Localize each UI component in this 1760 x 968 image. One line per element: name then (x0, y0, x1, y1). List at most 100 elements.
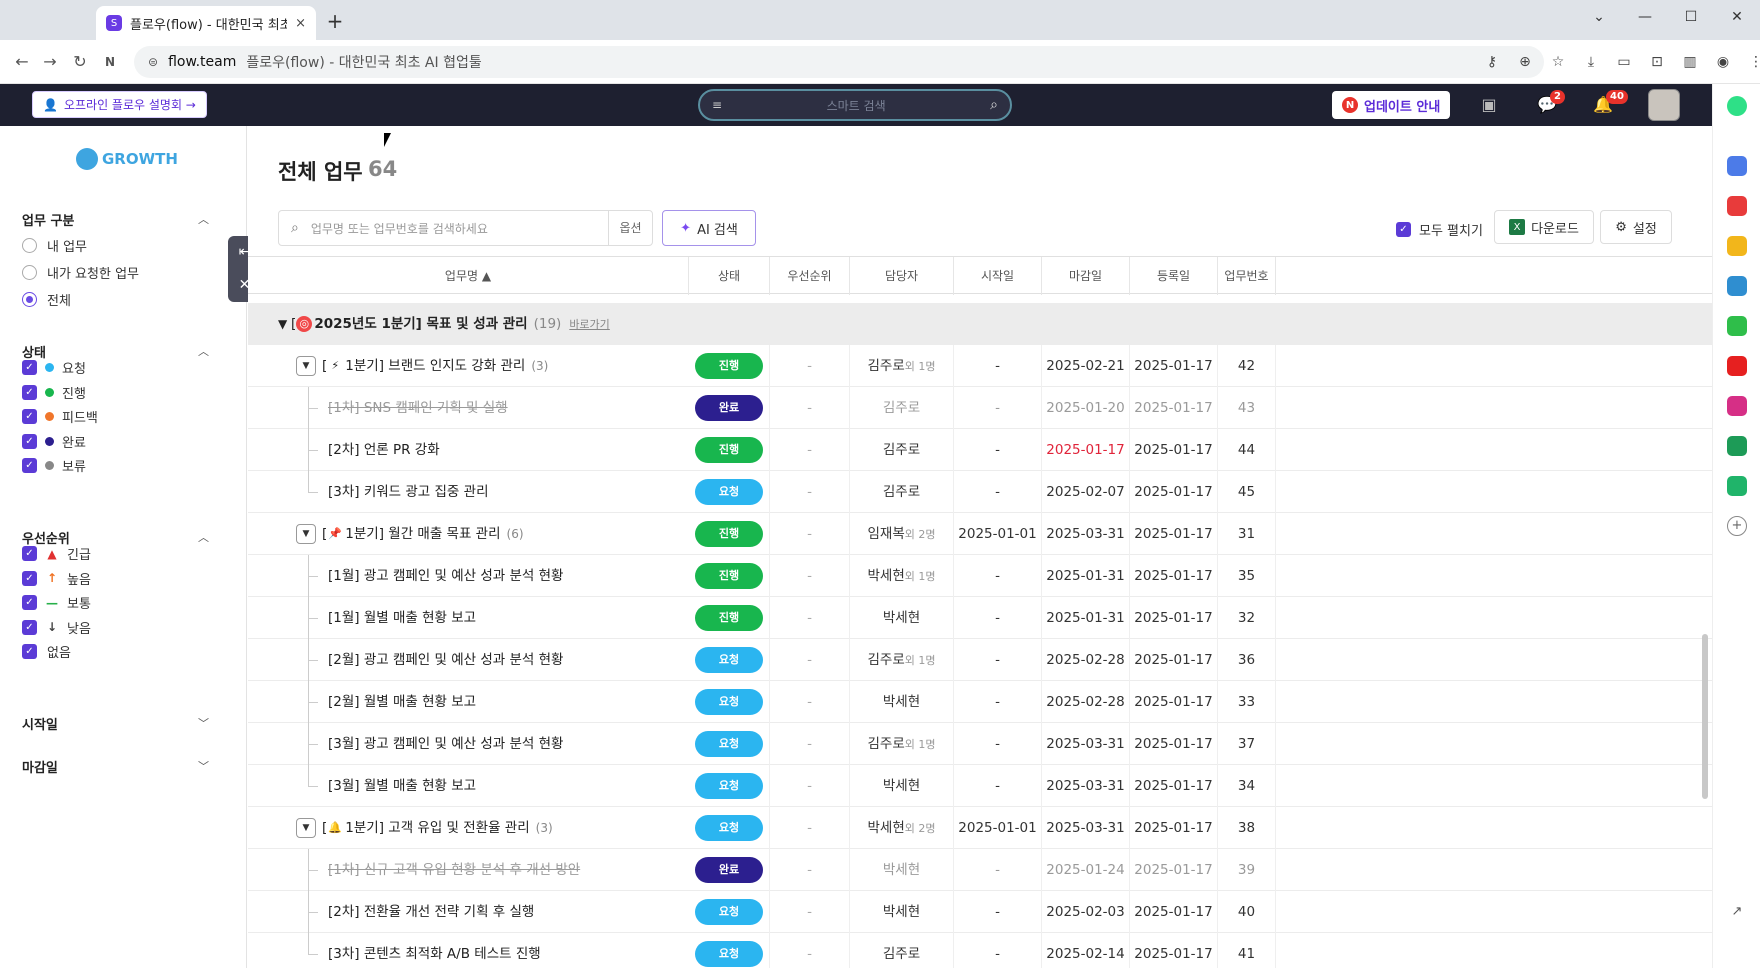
checkbox-icon[interactable]: ✓ (22, 595, 37, 610)
task-name[interactable]: [3차] 콘텐츠 최적화 A/B 테스트 진행 (328, 933, 541, 968)
status-filter-3[interactable]: ✓ 완료 (22, 432, 86, 451)
table-row[interactable]: [3차] 콘텐츠 최적화 A/B 테스트 진행 요청 - 김주로 -2025-02-14… (248, 933, 1712, 968)
status-badge[interactable]: 진행 (695, 521, 763, 547)
priority-cell[interactable]: - (770, 471, 850, 513)
priority-cell[interactable]: - (770, 807, 850, 849)
status-badge[interactable]: 진행 (695, 353, 763, 379)
status-badge[interactable]: 요청 (695, 773, 763, 799)
settings-button[interactable]: ⚙ 설정 (1600, 210, 1672, 244)
table-row[interactable]: [3차] 키워드 광고 집중 관리 요청 - 김주로 -2025-02-07 2025-0… (248, 471, 1712, 513)
status-filter-4[interactable]: ✓ 보류 (22, 456, 86, 475)
assignee-cell[interactable]: 김주로외 1명 (850, 345, 954, 387)
tab-search-icon[interactable]: ⌄ (1576, 0, 1622, 34)
expand-all-toggle[interactable]: ✓ 모두 펼치기 (1396, 220, 1483, 239)
new-tab-button[interactable]: + (322, 8, 348, 34)
assignee-cell[interactable]: 김주로 (850, 933, 954, 968)
key-icon[interactable]: ⚷ (1482, 52, 1502, 72)
assignee-cell[interactable]: 박세현 (850, 891, 954, 933)
external-link-icon[interactable]: ↗ (1727, 904, 1747, 924)
ai-search-button[interactable]: ✦ AI 검색 (662, 210, 756, 246)
table-row[interactable]: [2월] 광고 캠페인 및 예산 성과 분석 현황 요청 - 김주로외 1명 -2025… (248, 639, 1712, 681)
start-date-cell[interactable]: - (954, 639, 1042, 681)
assignee-cell[interactable]: 박세현외 2명 (850, 807, 954, 849)
close-window-icon[interactable]: ✕ (1714, 0, 1760, 34)
site-info-icon[interactable]: ⊜ (148, 55, 158, 69)
group-link[interactable]: 바로가기 (569, 318, 609, 331)
update-notice-button[interactable]: N 업데이트 안내 (1332, 91, 1451, 119)
table-row[interactable]: [1차] 신규 고객 유입 현황 분석 후 개선 방안 완료 - 박세현 -2025-0… (248, 849, 1712, 891)
status-badge[interactable]: 완료 (695, 857, 763, 883)
offline-seminar-button[interactable]: 👤 오프라인 플로우 설명회 → (32, 91, 207, 118)
status-badge[interactable]: 진행 (695, 437, 763, 463)
priority-cell[interactable]: - (770, 681, 850, 723)
chevron-down-icon[interactable]: ﹀ (198, 758, 209, 774)
download-icon[interactable]: ⤓ (1581, 52, 1601, 72)
radio-requested-tasks[interactable]: 내가 요청한 업무 (22, 263, 139, 282)
reload-icon[interactable]: ↻ (68, 50, 92, 74)
checkbox-icon[interactable]: ✓ (22, 458, 37, 473)
task-search-input[interactable]: ⌕ 업무명 또는 업무번호를 검색하세요 옵션 (278, 210, 653, 246)
due-date-cell[interactable]: 2025-01-20 (1042, 387, 1130, 429)
checkbox-icon[interactable]: ✓ (22, 619, 37, 635)
screenshot-icon[interactable]: ⊡ (1647, 52, 1667, 72)
start-date-cell[interactable]: 2025-01-01 (954, 807, 1042, 849)
priority-cell[interactable]: - (770, 891, 850, 933)
status-badge[interactable]: 요청 (695, 899, 763, 925)
checkbox-icon[interactable]: ✓ (22, 644, 37, 659)
scrollbar[interactable] (1702, 634, 1708, 799)
radio-all-tasks[interactable]: 전체 (22, 290, 71, 309)
toggle-caret-icon[interactable]: ▼ (296, 524, 316, 544)
toggle-caret-icon[interactable]: ▼ (296, 818, 316, 838)
bell-icon[interactable]: 🔔 40 (1590, 90, 1628, 118)
smart-search-input[interactable]: ≡ 스마트 검색 ⌕ (698, 89, 1012, 121)
due-date-cell[interactable]: 2025-01-17 (1042, 429, 1130, 471)
chevron-up-icon[interactable]: ︿ (198, 529, 209, 545)
line-ext-icon[interactable] (1727, 316, 1747, 336)
status-badge[interactable]: 요청 (695, 689, 763, 715)
checkbox-icon[interactable]: ✓ (22, 570, 37, 586)
start-date-cell[interactable]: 2025-01-01 (954, 513, 1042, 555)
due-date-filter-title[interactable]: 마감일 (22, 757, 58, 776)
minimize-icon[interactable]: — (1622, 0, 1668, 34)
start-date-cell[interactable]: - (954, 345, 1042, 387)
priority-cell[interactable]: - (770, 765, 850, 807)
forward-icon[interactable]: → (38, 50, 62, 74)
radio-icon[interactable] (22, 292, 37, 307)
checkbox-icon[interactable]: ✓ (1396, 222, 1411, 237)
maximize-icon[interactable]: ☐ (1668, 0, 1714, 34)
avatar[interactable] (1648, 89, 1680, 121)
table-row[interactable]: [2월] 월별 매출 현황 보고 요청 - 박세현 -2025-02-28 2025-01… (248, 681, 1712, 723)
due-date-cell[interactable]: 2025-02-14 (1042, 933, 1130, 968)
table-row[interactable]: [2차] 언론 PR 강화 진행 - 김주로 -2025-01-17 2025-01-17… (248, 429, 1712, 471)
calendar-ext-icon[interactable] (1727, 156, 1747, 176)
status-badge[interactable]: 완료 (695, 395, 763, 421)
priority-filter-3[interactable]: ✓ ↓ 낮음 (22, 618, 91, 637)
status-filter-0[interactable]: ✓ 요청 (22, 358, 86, 377)
menu-icon[interactable]: ⋮ (1746, 52, 1760, 72)
group-row[interactable]: ▼ [◎ 2025년도 1분기] 목표 및 성과 관리 (19) 바로가기 (248, 303, 1712, 345)
start-date-cell[interactable]: - (954, 429, 1042, 471)
assignee-cell[interactable]: 김주로 (850, 387, 954, 429)
checkbox-icon[interactable]: ✓ (22, 546, 37, 561)
checkbox-icon[interactable]: ✓ (22, 433, 37, 449)
due-date-cell[interactable]: 2025-01-24 (1042, 849, 1130, 891)
assignee-cell[interactable]: 박세현 (850, 765, 954, 807)
task-name[interactable]: ▼[⚡ 1분기] 브랜드 인지도 강화 관리 (3) (296, 345, 548, 387)
priority-cell[interactable]: - (770, 849, 850, 891)
priority-filter-4[interactable]: ✓ 없음 (22, 642, 71, 661)
start-date-cell[interactable]: - (954, 681, 1042, 723)
start-date-cell[interactable]: - (954, 765, 1042, 807)
filter-icon[interactable]: ≡ (712, 98, 722, 112)
edge-ext-icon[interactable] (1727, 276, 1747, 296)
radio-icon[interactable] (22, 265, 37, 280)
assignee-cell[interactable]: 박세현 (850, 681, 954, 723)
start-date-cell[interactable]: - (954, 555, 1042, 597)
start-date-cell[interactable]: - (954, 723, 1042, 765)
task-name[interactable]: ▼ [🔔 1분기] 고객 유입 및 전환율 관리 (3) (296, 807, 553, 849)
search-option-button[interactable]: 옵션 (608, 211, 652, 245)
status-filter-1[interactable]: ✓ 진행 (22, 383, 86, 402)
task-name[interactable]: [1차] 신규 고객 유입 현황 분석 후 개선 방안 (328, 849, 580, 891)
table-row[interactable]: [3월] 광고 캠페인 및 예산 성과 분석 현황 요청 - 김주로외 1명 -2025… (248, 723, 1712, 765)
assignee-cell[interactable]: 김주로 (850, 429, 954, 471)
start-date-cell[interactable]: - (954, 933, 1042, 968)
